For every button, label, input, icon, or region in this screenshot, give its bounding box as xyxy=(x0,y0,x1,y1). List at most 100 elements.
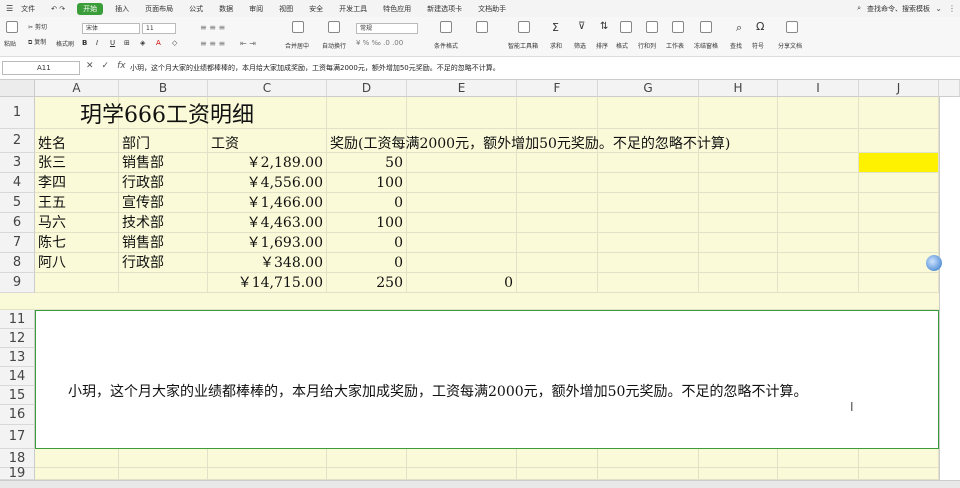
cell-A18[interactable] xyxy=(35,449,119,468)
column-header-J[interactable]: J xyxy=(859,80,939,97)
cancel-icon[interactable]: ✕ xyxy=(86,61,94,71)
cell-E7[interactable] xyxy=(407,233,517,253)
freeze-icon[interactable] xyxy=(700,21,712,33)
column-header-B[interactable]: B xyxy=(119,80,208,97)
filter-icon[interactable]: ⊽ xyxy=(578,21,585,32)
bold-icon[interactable]: B xyxy=(82,39,87,47)
cell-G7[interactable] xyxy=(598,233,699,253)
cell-C18[interactable] xyxy=(208,449,327,468)
search-command[interactable]: ⌕ 查找命令、搜索模板 xyxy=(857,0,930,17)
indent-icons[interactable]: ⇤ ⇥ xyxy=(240,39,256,48)
worksheet-icon[interactable] xyxy=(672,21,684,33)
cell-D19[interactable] xyxy=(327,468,407,480)
cell-A9[interactable] xyxy=(35,273,119,293)
cell-G4[interactable] xyxy=(598,173,699,193)
cell-E4[interactable] xyxy=(407,173,517,193)
cell-F1[interactable] xyxy=(517,97,598,129)
row-header-2[interactable]: 2 xyxy=(0,129,35,153)
tab-4[interactable]: 数据 xyxy=(211,4,241,14)
cell-I5[interactable] xyxy=(778,193,859,213)
cell-I7[interactable] xyxy=(778,233,859,253)
select-all-corner[interactable] xyxy=(0,80,35,97)
column-header-D[interactable]: D xyxy=(327,80,407,97)
column-header-C[interactable]: C xyxy=(208,80,327,97)
number-format-select[interactable]: 常规 xyxy=(356,23,418,34)
merge-center-button[interactable]: 合并居中 xyxy=(285,41,309,50)
more-icon[interactable]: ⋮ xyxy=(948,4,956,13)
fill-color-icon[interactable]: ◈ xyxy=(140,39,145,47)
cut-button[interactable]: ✂ 剪切 xyxy=(28,22,47,31)
row-header-11[interactable]: 11 xyxy=(0,310,35,329)
cell-F7[interactable] xyxy=(517,233,598,253)
sum-button[interactable]: 求和 xyxy=(550,41,562,50)
cell-H6[interactable] xyxy=(699,213,778,233)
cell-J9[interactable] xyxy=(859,273,939,293)
cell-J1[interactable] xyxy=(859,97,939,129)
cell-G9[interactable] xyxy=(598,273,699,293)
file-menu[interactable]: 文件 xyxy=(13,4,43,14)
cell-H18[interactable] xyxy=(699,449,778,468)
cell-E19[interactable] xyxy=(407,468,517,480)
cell-F9[interactable] xyxy=(517,273,598,293)
cell-J3[interactable] xyxy=(859,153,939,173)
row-header-15[interactable]: 15 xyxy=(0,386,35,405)
formula-input[interactable]: 小玥，这个月大家的业绩都棒棒的，本月给大家加成奖励，工资每满2000元，额外增加… xyxy=(130,63,500,73)
cell-F3[interactable] xyxy=(517,153,598,173)
tab-5[interactable]: 审阅 xyxy=(241,4,271,14)
row-header-19[interactable]: 19 xyxy=(0,467,35,480)
row-header-1[interactable]: 1 xyxy=(0,97,35,129)
cell-I19[interactable] xyxy=(778,468,859,480)
copy-button[interactable]: ⧉ 复制 xyxy=(28,37,46,47)
row-header-17[interactable]: 17 xyxy=(0,425,35,449)
row-header-4[interactable]: 4 xyxy=(0,173,35,193)
confirm-icon[interactable]: ✓ xyxy=(102,61,110,71)
cell-E8[interactable] xyxy=(407,253,517,273)
row-header-7[interactable]: 7 xyxy=(0,233,35,253)
cell-H9[interactable] xyxy=(699,273,778,293)
find-icon[interactable]: ⌕ xyxy=(736,21,742,35)
clear-icon[interactable]: ◇ xyxy=(172,39,177,47)
cell-F18[interactable] xyxy=(517,449,598,468)
row-header-5[interactable]: 5 xyxy=(0,193,35,213)
cell-E5[interactable] xyxy=(407,193,517,213)
cell-H1[interactable] xyxy=(699,97,778,129)
cell-G6[interactable] xyxy=(598,213,699,233)
cell-H4[interactable] xyxy=(699,173,778,193)
smart-toolbox-icon[interactable] xyxy=(518,21,530,33)
tab-6[interactable]: 视图 xyxy=(271,4,301,14)
cell-G18[interactable] xyxy=(598,449,699,468)
tab-0[interactable]: 开始 xyxy=(77,2,104,15)
conditional-format-button[interactable]: 条件格式 xyxy=(434,41,458,50)
find-button[interactable]: 查找 xyxy=(730,41,742,50)
wrap-text-button[interactable]: 自动换行 xyxy=(322,41,346,50)
undo-icon[interactable]: ↶ ↷ xyxy=(43,5,73,13)
cell-I6[interactable] xyxy=(778,213,859,233)
font-color-icon[interactable]: A xyxy=(156,39,161,47)
cell-E6[interactable] xyxy=(407,213,517,233)
column-header-A[interactable]: A xyxy=(35,80,119,97)
cell-G1[interactable] xyxy=(598,97,699,129)
cell-G5[interactable] xyxy=(598,193,699,213)
column-header-E[interactable]: E xyxy=(407,80,517,97)
cell-E1[interactable] xyxy=(407,97,517,129)
tab-3[interactable]: 公式 xyxy=(181,4,211,14)
cell-J2[interactable] xyxy=(859,129,939,153)
fx-icon[interactable]: fx xyxy=(117,61,126,71)
cell-H5[interactable] xyxy=(699,193,778,213)
cell-I1[interactable] xyxy=(778,97,859,129)
rowcol-button[interactable]: 行和列 xyxy=(638,41,656,50)
tab-11[interactable]: 文档助手 xyxy=(470,4,514,14)
row-header-9[interactable]: 9 xyxy=(0,273,35,293)
italic-icon[interactable]: I xyxy=(96,39,98,47)
freeze-button[interactable]: 冻结窗格 xyxy=(694,41,718,50)
tab-1[interactable]: 插入 xyxy=(107,4,137,14)
borders-icon[interactable]: ⊞ xyxy=(124,39,130,47)
cell-G3[interactable] xyxy=(598,153,699,173)
name-box[interactable]: A11 xyxy=(2,61,80,75)
paste-button[interactable]: 粘贴 xyxy=(4,39,16,48)
underline-icon[interactable]: U xyxy=(110,39,115,47)
cell-J6[interactable] xyxy=(859,213,939,233)
paste-icon[interactable] xyxy=(6,21,18,33)
column-header-I[interactable]: I xyxy=(778,80,859,97)
cell-H19[interactable] xyxy=(699,468,778,480)
